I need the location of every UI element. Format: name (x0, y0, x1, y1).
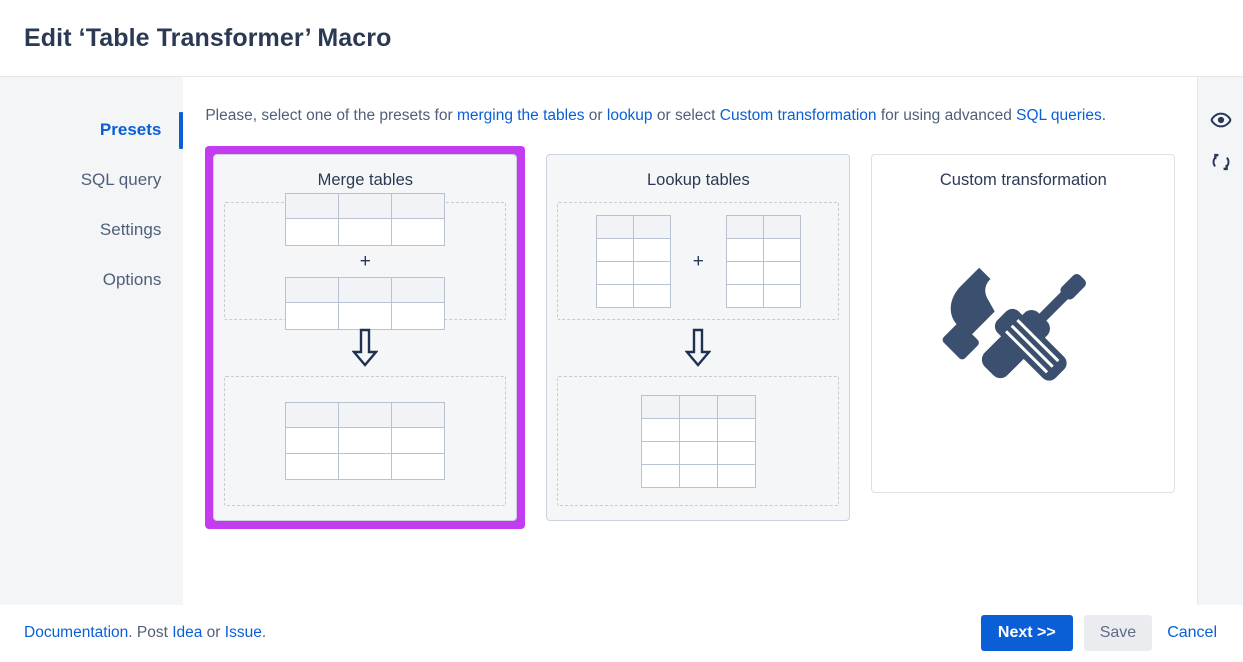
footer-text-end: . (261, 624, 267, 641)
link-idea[interactable]: Idea (172, 624, 202, 641)
footer-links: Documentation. Post Idea or Issue. (24, 624, 266, 642)
tools-glyph (942, 267, 1087, 381)
mini-table-output (640, 394, 756, 488)
eye-glyph (1210, 112, 1232, 128)
arrow-down-glyph (685, 328, 712, 367)
preset-cards: Merge tables + Lookup tables + Custom tr… (205, 146, 1176, 529)
next-button[interactable]: Next >> (980, 615, 1073, 651)
refresh-sync-icon[interactable] (1208, 149, 1234, 175)
sidebar-item-label: Presets (99, 120, 162, 139)
footer-actions: Next >> Save Cancel (980, 615, 1221, 651)
footer-text-between: or (202, 624, 225, 641)
intro-text-part-4: for using advanced (876, 107, 1017, 124)
hammer-screwdriver-icon (882, 202, 1164, 472)
preview-eye-icon[interactable] (1208, 107, 1234, 133)
intro-text: Please, select one of the presets for me… (205, 103, 1160, 128)
merge-output-zone (224, 376, 507, 506)
sidebar-item-sql-query[interactable]: SQL query (0, 155, 183, 205)
preset-card-title: Lookup tables (646, 171, 750, 189)
link-sql-queries[interactable]: SQL queries. (1016, 107, 1106, 124)
footer-bar: Documentation. Post Idea or Issue. Next … (0, 605, 1243, 661)
right-rail (1197, 77, 1243, 605)
content-panel: Please, select one of the presets for me… (183, 77, 1198, 605)
preset-card-custom-transformation[interactable]: Custom transformation (871, 154, 1176, 493)
sidebar-item-label: Settings (99, 220, 162, 239)
intro-text-part-3: or select (652, 107, 720, 124)
window-titlebar: Edit ‘Table Transformer’ Macro (0, 0, 1243, 77)
intro-text-part-2: or (584, 107, 607, 124)
body-region: Presets SQL query Settings Options Pleas… (0, 77, 1243, 605)
mini-table-output (285, 402, 446, 480)
sidebar-nav: Presets SQL query Settings Options (0, 77, 184, 605)
preset-card-lookup-tables-wrap: Lookup tables + (546, 146, 851, 521)
preset-card-merge-tables[interactable]: Merge tables + (213, 154, 518, 521)
save-button[interactable]: Save (1083, 615, 1153, 651)
mini-table-input-1 (285, 192, 446, 246)
mini-table-input-2 (725, 214, 801, 308)
page-title: Edit ‘Table Transformer’ Macro (24, 23, 392, 52)
sidebar-item-presets[interactable]: Presets (0, 105, 184, 155)
arrow-down-glyph (352, 328, 379, 367)
preset-card-title: Merge tables (317, 171, 414, 189)
link-lookup[interactable]: lookup (607, 107, 653, 124)
preset-card-title: Custom transformation (939, 171, 1107, 189)
cancel-button[interactable]: Cancel (1163, 618, 1221, 648)
link-custom-transformation[interactable]: Custom transformation (720, 107, 877, 124)
mini-table-input-2 (285, 276, 446, 330)
intro-text-part-1: Please, select one of the presets for (205, 107, 457, 124)
sidebar-item-label: Options (102, 270, 162, 289)
preset-card-merge-tables-selection: Merge tables + (205, 146, 526, 529)
preset-card-lookup-tables[interactable]: Lookup tables + (546, 154, 851, 521)
preset-card-custom-transformation-wrap: Custom transformation (871, 146, 1176, 493)
lookup-input-zone: + (557, 202, 840, 320)
sidebar-item-settings[interactable]: Settings (0, 205, 183, 255)
link-issue[interactable]: Issue (225, 624, 262, 641)
link-merging-the-tables[interactable]: merging the tables (457, 107, 585, 124)
lookup-operator-plus: + (692, 250, 704, 272)
merge-arrow-down-icon (224, 320, 506, 376)
lookup-arrow-down-icon (557, 320, 839, 376)
sidebar-item-options[interactable]: Options (0, 255, 183, 305)
mini-table-input-1 (595, 214, 671, 308)
merge-input-zone: + (224, 192, 507, 330)
sync-glyph (1212, 153, 1230, 171)
lookup-output-zone (557, 376, 840, 506)
merge-operator-plus: + (359, 250, 371, 272)
footer-text-after-documentation: . Post (128, 624, 173, 641)
link-documentation[interactable]: Documentation (24, 624, 128, 641)
sidebar-item-label: SQL query (80, 170, 162, 189)
